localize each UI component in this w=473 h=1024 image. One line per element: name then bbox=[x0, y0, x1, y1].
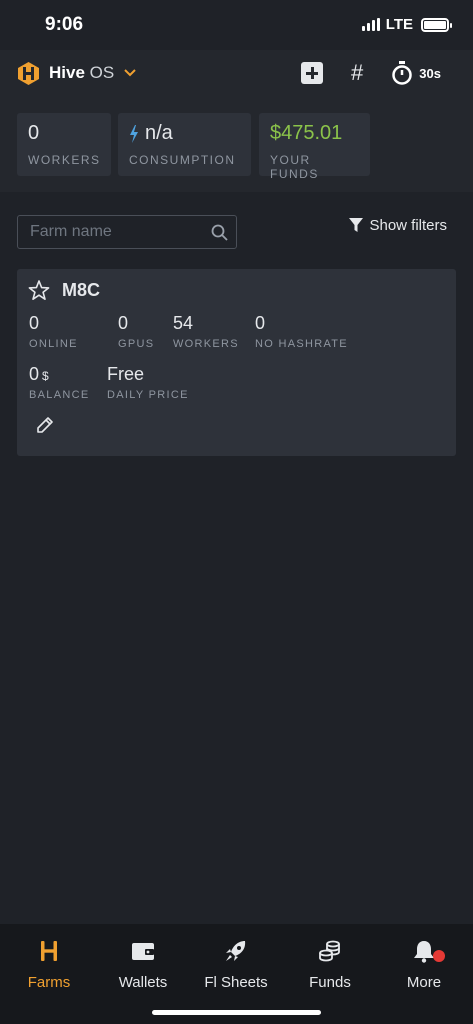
metric-gpus: 0 GPUS bbox=[118, 313, 154, 350]
metric-daily-price-value: Free bbox=[107, 364, 145, 384]
tab-fl-sheets[interactable]: Fl Sheets bbox=[189, 938, 283, 991]
tab-funds-label: Funds bbox=[309, 974, 351, 991]
tab-wallets[interactable]: Wallets bbox=[96, 938, 190, 991]
metric-no-hashrate-label: NO HASHRATE bbox=[255, 338, 348, 350]
metric-balance-label: BALANCE bbox=[29, 389, 90, 401]
coins-icon bbox=[319, 940, 340, 962]
refresh-timer-button[interactable]: 30s bbox=[391, 61, 441, 85]
stat-workers-label: WORKERS bbox=[28, 153, 101, 167]
metric-balance-value: 0 bbox=[29, 364, 40, 384]
chevron-down-icon bbox=[124, 69, 136, 77]
star-icon[interactable] bbox=[28, 280, 50, 301]
metric-gpus-label: GPUS bbox=[118, 338, 155, 350]
metric-balance: 0 $ BALANCE bbox=[29, 364, 89, 401]
tab-wallets-label: Wallets bbox=[118, 974, 168, 991]
brand-light: OS bbox=[89, 63, 115, 82]
notification-badge bbox=[433, 950, 445, 962]
farm-header: M8C bbox=[28, 280, 100, 301]
metric-online: 0 ONLINE bbox=[29, 313, 78, 350]
status-time: 9:06 bbox=[45, 14, 84, 35]
metric-no-hashrate-value: 0 bbox=[255, 313, 266, 333]
tab-more-label: More bbox=[406, 974, 442, 991]
home-indicator[interactable] bbox=[152, 1010, 321, 1015]
metric-balance-unit: $ bbox=[42, 369, 49, 383]
metric-workers: 54 WORKERS bbox=[173, 313, 239, 350]
farm-card[interactable]: M8C 0 ONLINE 0 GPUS 54 WORKERS 0 NO HASH… bbox=[17, 269, 456, 456]
status-bar: 9:06 LTE bbox=[0, 0, 473, 50]
metric-balance-value-row: 0 $ bbox=[29, 364, 89, 385]
filter-icon bbox=[349, 218, 364, 232]
farm-search bbox=[17, 215, 237, 249]
stat-consumption-label: CONSUMPTION bbox=[129, 153, 236, 167]
tab-more[interactable]: More bbox=[377, 938, 471, 991]
app-bar-actions: # 30s bbox=[301, 50, 441, 96]
stat-consumption-value-row: n/a bbox=[129, 122, 240, 145]
show-filters-button[interactable]: Show filters bbox=[349, 217, 447, 234]
hive-logo-icon bbox=[18, 61, 39, 85]
search-icon[interactable] bbox=[211, 224, 228, 241]
show-filters-label: Show filters bbox=[369, 217, 447, 234]
tab-farms-label: Farms bbox=[27, 974, 71, 991]
metric-gpus-value: 0 bbox=[118, 313, 129, 333]
metric-no-hashrate: 0 NO HASHRATE bbox=[255, 313, 348, 350]
metric-online-value: 0 bbox=[29, 313, 40, 333]
hive-logo-icon bbox=[41, 941, 57, 961]
add-icon[interactable] bbox=[301, 62, 324, 84]
tab-funds[interactable]: Funds bbox=[283, 938, 377, 991]
bell-icon bbox=[414, 941, 434, 963]
timer-label: 30s bbox=[419, 65, 441, 81]
app-bar: Hive OS # 30s bbox=[0, 50, 473, 96]
metric-workers-label: WORKERS bbox=[173, 338, 239, 350]
wallet-icon bbox=[132, 943, 154, 960]
pencil-icon[interactable] bbox=[37, 417, 53, 433]
farm-search-input[interactable] bbox=[30, 223, 200, 241]
tab-fl-sheets-label: Fl Sheets bbox=[204, 974, 268, 991]
stat-consumption-value: n/a bbox=[145, 122, 173, 144]
metric-workers-value: 54 bbox=[173, 313, 194, 333]
stopwatch-icon bbox=[392, 61, 413, 85]
stat-workers: 0 WORKERS bbox=[17, 113, 111, 176]
stat-funds-value: $475.01 bbox=[270, 122, 343, 144]
brand-bold: Hive bbox=[49, 63, 85, 82]
signal-icon bbox=[361, 18, 380, 31]
metric-daily-price: Free DAILY PRICE bbox=[107, 364, 189, 401]
stat-consumption: n/a CONSUMPTION bbox=[118, 113, 251, 176]
stat-workers-value: 0 bbox=[28, 122, 40, 144]
brand-name: Hive OS bbox=[49, 63, 114, 83]
summary-stats: 0 WORKERS n/a CONSUMPTION $475.01 YOUR F… bbox=[0, 96, 473, 192]
rocket-icon bbox=[226, 941, 246, 961]
metric-daily-price-label: DAILY PRICE bbox=[107, 389, 189, 401]
status-indicators: LTE bbox=[361, 16, 452, 33]
farm-name: M8C bbox=[62, 280, 101, 300]
network-label: LTE bbox=[385, 16, 413, 33]
stat-funds: $475.01 YOUR FUNDS bbox=[259, 113, 370, 181]
stat-funds-label: YOUR FUNDS bbox=[270, 153, 319, 181]
lightning-icon bbox=[130, 124, 138, 143]
brand-switcher[interactable]: Hive OS bbox=[16, 61, 136, 86]
hash-icon[interactable]: # bbox=[351, 60, 363, 86]
bottom-tab-bar: Farms Wallets Fl Sheets Funds More bbox=[0, 924, 473, 1024]
battery-icon bbox=[421, 17, 452, 32]
tab-farms[interactable]: Farms bbox=[2, 938, 96, 991]
metric-online-label: ONLINE bbox=[29, 338, 78, 350]
